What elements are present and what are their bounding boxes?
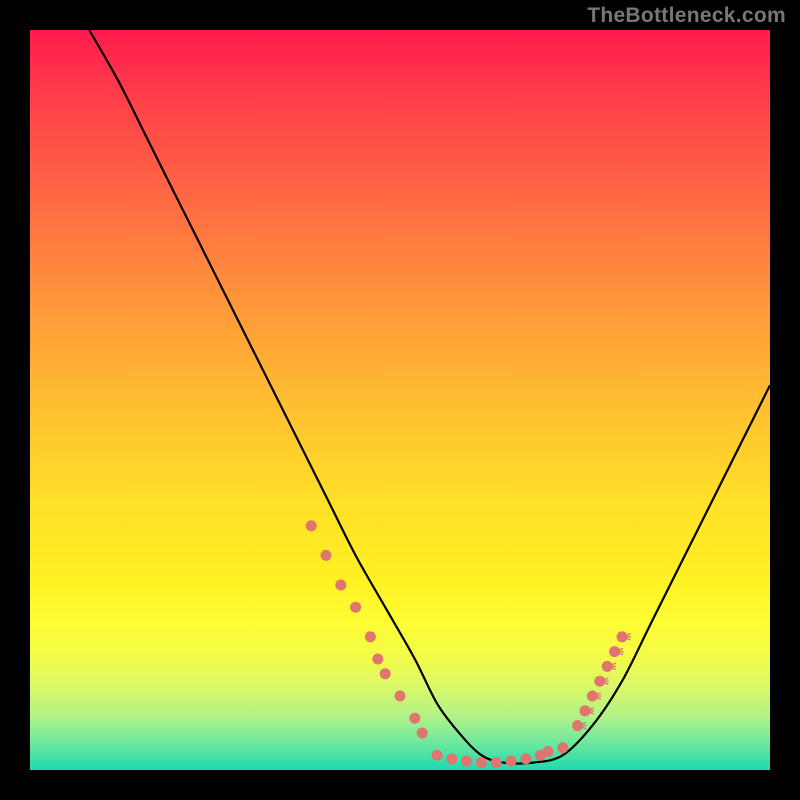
data-point: [446, 753, 457, 764]
data-point: [365, 631, 376, 642]
data-point: [409, 713, 420, 724]
plot-area: [30, 30, 770, 770]
data-point: [306, 520, 317, 531]
watermark-text: TheBottleneck.com: [587, 4, 786, 28]
data-point: [380, 668, 391, 679]
data-point: [520, 753, 531, 764]
data-point: [417, 728, 428, 739]
data-point: [432, 750, 443, 761]
data-point: [506, 756, 517, 767]
data-point: [557, 742, 568, 753]
data-point: [476, 757, 487, 768]
data-point: [372, 654, 383, 665]
data-point: [491, 757, 502, 768]
data-point: [395, 691, 406, 702]
data-point: [461, 756, 472, 767]
bottleneck-curve: [89, 30, 770, 764]
chart-frame: TheBottleneck.com: [0, 0, 800, 800]
data-point: [350, 602, 361, 613]
data-point: [335, 580, 346, 591]
marker-layer: [306, 520, 631, 768]
curve-svg: [30, 30, 770, 770]
data-point: [321, 550, 332, 561]
data-point: [543, 746, 554, 757]
